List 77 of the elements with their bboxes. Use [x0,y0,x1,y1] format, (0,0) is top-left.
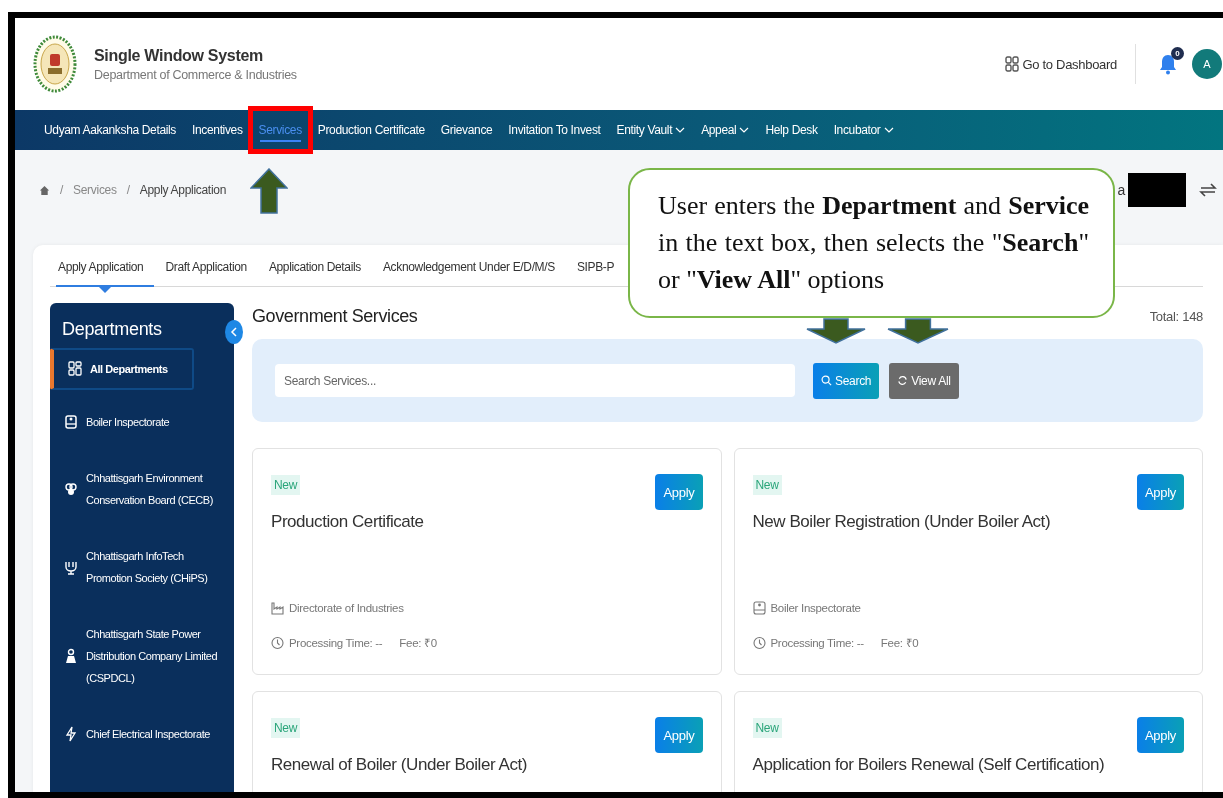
app-subtitle: Department of Commerce & Industries [94,67,297,82]
total-count: Total: 148 [1149,308,1203,324]
service-title: Renewal of Boiler (Under Boiler Act) [271,755,528,775]
grid-icon [1005,56,1020,72]
new-badge: New [271,475,301,495]
nav-item[interactable]: Invitation To Invest [501,110,608,150]
section-title: Government Services [252,305,418,327]
nav-item[interactable]: Entity Vault [609,110,693,150]
apply-button[interactable]: Apply [655,717,703,753]
service-title: Application for Boilers Renewal (Self Certification) [752,755,1106,775]
nav-item[interactable]: Incentives [185,110,250,150]
factory-icon [271,601,284,615]
clock-icon [752,635,766,650]
bell-icon[interactable] [1158,53,1178,75]
notification-count: 0 [1171,47,1184,60]
home-icon[interactable] [39,184,50,196]
tab[interactable]: Draft Application [154,258,258,286]
department-label: Boiler Inspectorate [86,415,170,430]
new-badge: New [752,718,782,738]
tab[interactable]: Apply Application [56,258,155,287]
department-item[interactable]: Chief Electrical Inspectorate [50,710,234,758]
breadcrumb-separator: / [60,183,64,197]
tab[interactable]: Application Details [257,258,372,286]
dashboard-link[interactable]: Go to Dashboard [1005,44,1136,84]
department-label: Chief Electrical Inspectorate [86,727,210,742]
service-title: New Boiler Registration (Under Boiler Act) [752,512,1052,532]
boiler-icon [64,414,78,430]
emblem-logo [33,34,77,94]
processing-time: Processing Time: -- [770,636,864,649]
tab[interactable]: SIPB-P [565,258,626,286]
search-icon [821,375,832,386]
apply-button[interactable]: Apply [1136,474,1184,510]
fee-text: Fee: ₹0 [880,636,919,650]
department-item[interactable]: Chhattisgarh State Power Distribution Company Limited (CSPDCL) [50,610,234,702]
service-title: Production Certificate [271,512,425,532]
chevron-left-icon [230,327,238,337]
department-label: Chhattisgarh Environment Conservation Board (CECB) [86,471,214,508]
callout-note: User enters the Department and Service in the text box, then selects the "Search" or "View All" options [628,168,1115,318]
refresh-icon [897,375,909,386]
nav-item[interactable]: Incubator [826,110,901,150]
department-item[interactable]: Boiler Inspectorate [50,398,234,446]
department-label: Chhattisgarh InfoTech Promotion Society (CHiPS) [86,549,209,586]
nav-item[interactable]: Appeal [694,110,757,150]
department-item[interactable]: Chhattisgarh Environment Conservation Board (CECB) [50,454,234,524]
tab[interactable]: Acknowledgement Under E/D/M/S [371,258,566,286]
new-badge: New [752,475,782,495]
department-name: Boiler Inspectorate [770,602,861,614]
search-field[interactable]: Search Services... [275,364,795,397]
department-item[interactable]: All Departments [50,348,194,390]
clock-icon [271,635,284,650]
nav-item[interactable]: Production Certificate [310,110,432,150]
boiler-icon [752,601,766,615]
nav-item[interactable]: Udyam Aakanksha Details [37,110,184,150]
active-tab-pointer [99,287,112,293]
swap-arrows-icon[interactable] [1199,181,1217,199]
department-label: Chhattisgarh State Power Distribution Company Limited (CSPDCL) [86,627,219,686]
department-item[interactable]: Chhattisgarh InfoTech Promotion Society (CHiPS) [50,532,234,602]
sidebar-title: Departments [61,319,163,341]
lightning-icon [64,726,78,742]
new-badge: New [271,718,301,738]
user-name-text: a [1117,182,1125,198]
breadcrumb-separator: / [126,183,130,197]
redaction-block [1128,173,1186,207]
nav-item[interactable]: Help Desk [758,110,825,150]
department-label: All Departments [90,362,168,377]
collapse-button[interactable] [225,320,243,344]
fee-text: Fee: ₹0 [399,636,437,650]
nav-item[interactable]: Grievance [433,110,500,150]
apply-button[interactable]: Apply [655,474,703,510]
grid-icon [68,361,82,377]
processing-time: Processing Time: -- [289,636,383,649]
view-all-button[interactable]: View All [889,362,959,399]
user-avatar[interactable]: A [1192,49,1222,79]
apply-button[interactable]: Apply [1136,717,1184,753]
department-name: Directorate of Industries [289,602,404,614]
app-title: Single Window System [94,46,264,65]
search-button[interactable]: Search [813,362,880,399]
